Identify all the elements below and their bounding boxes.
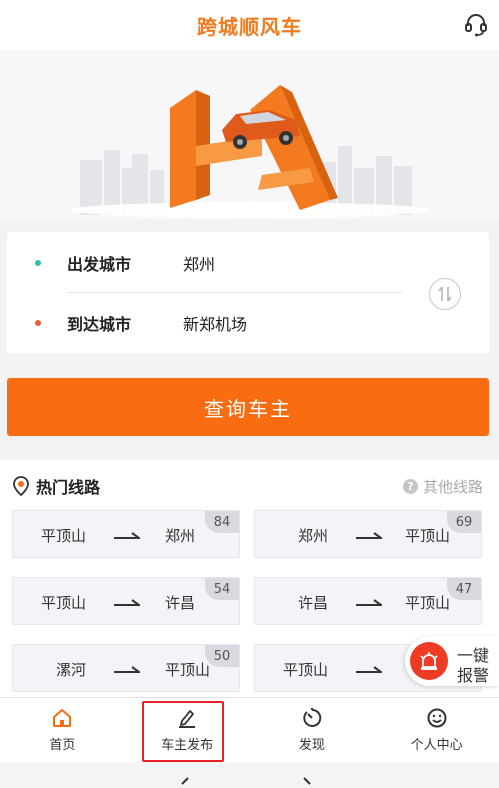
route-from: 许昌 <box>298 594 329 612</box>
route-to: 平顶山 <box>405 594 451 612</box>
route-tile[interactable]: 郑州 平顶山 69 <box>254 510 482 558</box>
arrival-city-row[interactable]: 到达城市 新郑机场 <box>7 294 407 352</box>
route-to: 许昌 <box>165 594 196 612</box>
route-from: 平顶山 <box>283 661 329 679</box>
location-pin-icon <box>13 476 29 496</box>
tab-profile-label: 个人中心 <box>410 738 463 753</box>
other-routes-link[interactable]: ? 其他线路 <box>402 476 483 497</box>
search-drivers-button[interactable]: 查询车主 <box>7 378 489 436</box>
arrival-city-value[interactable]: 新郑机场 <box>183 311 247 335</box>
forward-chevron-icon[interactable] <box>303 777 311 785</box>
other-routes-label: 其他线路 <box>422 478 483 496</box>
tab-home[interactable]: 首页 <box>0 698 125 762</box>
route-divider <box>67 292 402 293</box>
route-arrow-icon <box>114 666 140 673</box>
tab-discover-label: 发现 <box>298 738 325 753</box>
tab-home-label: 首页 <box>49 738 76 753</box>
hot-routes-header: 热门线路 <box>12 474 100 498</box>
route-arrow-icon <box>356 599 382 606</box>
route-count-badge: 69 <box>447 511 481 533</box>
swap-arrows-icon <box>438 286 452 302</box>
arrival-dot-icon <box>35 320 41 326</box>
departure-dot-icon <box>35 260 41 266</box>
route-tile[interactable]: 许昌 平顶山 47 <box>254 577 482 625</box>
departure-city-row[interactable]: 出发城市 郑州 <box>7 234 407 292</box>
page-title: 跨城顺风车 <box>197 14 302 39</box>
banner-illustration <box>70 85 430 218</box>
tab-profile[interactable]: 个人中心 <box>374 698 499 762</box>
route-arrow-icon <box>114 599 140 606</box>
route-from: 平顶山 <box>41 527 87 545</box>
route-count-badge: 54 <box>205 578 239 600</box>
route-count-badge: 47 <box>447 578 481 600</box>
route-from: 漯河 <box>56 661 87 679</box>
tab-discover[interactable]: 发现 <box>250 698 375 762</box>
route-from: 平顶山 <box>41 594 87 612</box>
route-count-badge: 84 <box>205 511 239 533</box>
back-chevron-icon[interactable] <box>181 777 189 785</box>
emergency-alarm-button[interactable]: 一键 报警 <box>405 636 499 686</box>
route-count-badge: 50 <box>205 645 239 667</box>
publish-tab-highlight-box <box>142 701 224 762</box>
route-arrow-icon <box>356 666 382 673</box>
route-tile[interactable]: 平顶山 许昌 54 <box>12 577 240 625</box>
route-arrow-icon <box>114 532 140 539</box>
alarm-label-line2: 报警 <box>457 666 490 685</box>
question-icon: ? <box>402 479 418 494</box>
route-selector-card: 出发城市 郑州 到达城市 新郑机场 <box>7 232 489 353</box>
arrival-label: 到达城市 <box>67 315 132 334</box>
customer-service-headset-icon[interactable] <box>463 12 489 38</box>
app-header: 跨城顺风车 <box>0 0 499 50</box>
alarm-siren-icon <box>410 642 448 680</box>
discover-timer-icon <box>303 708 322 727</box>
route-to: 郑州 <box>165 527 196 545</box>
bottom-tab-bar: 首页 车主发布 发现 个人中心 <box>0 697 499 762</box>
route-from: 郑州 <box>298 527 329 545</box>
smiley-profile-icon <box>427 708 447 728</box>
home-icon <box>53 709 72 727</box>
route-tile[interactable]: 平顶山 郑州 84 <box>12 510 240 558</box>
hero-banner <box>0 50 499 220</box>
route-to: 平顶山 <box>405 527 451 545</box>
departure-label: 出发城市 <box>67 255 132 274</box>
hot-routes-title: 热门线路 <box>36 478 101 497</box>
route-arrow-icon <box>356 532 382 539</box>
departure-city-value[interactable]: 郑州 <box>183 251 215 275</box>
route-to: 平顶山 <box>165 661 211 679</box>
route-tile[interactable]: 漯河 平顶山 50 <box>12 644 240 692</box>
browser-nav-bar <box>0 762 499 788</box>
swap-cities-button[interactable] <box>429 278 461 310</box>
